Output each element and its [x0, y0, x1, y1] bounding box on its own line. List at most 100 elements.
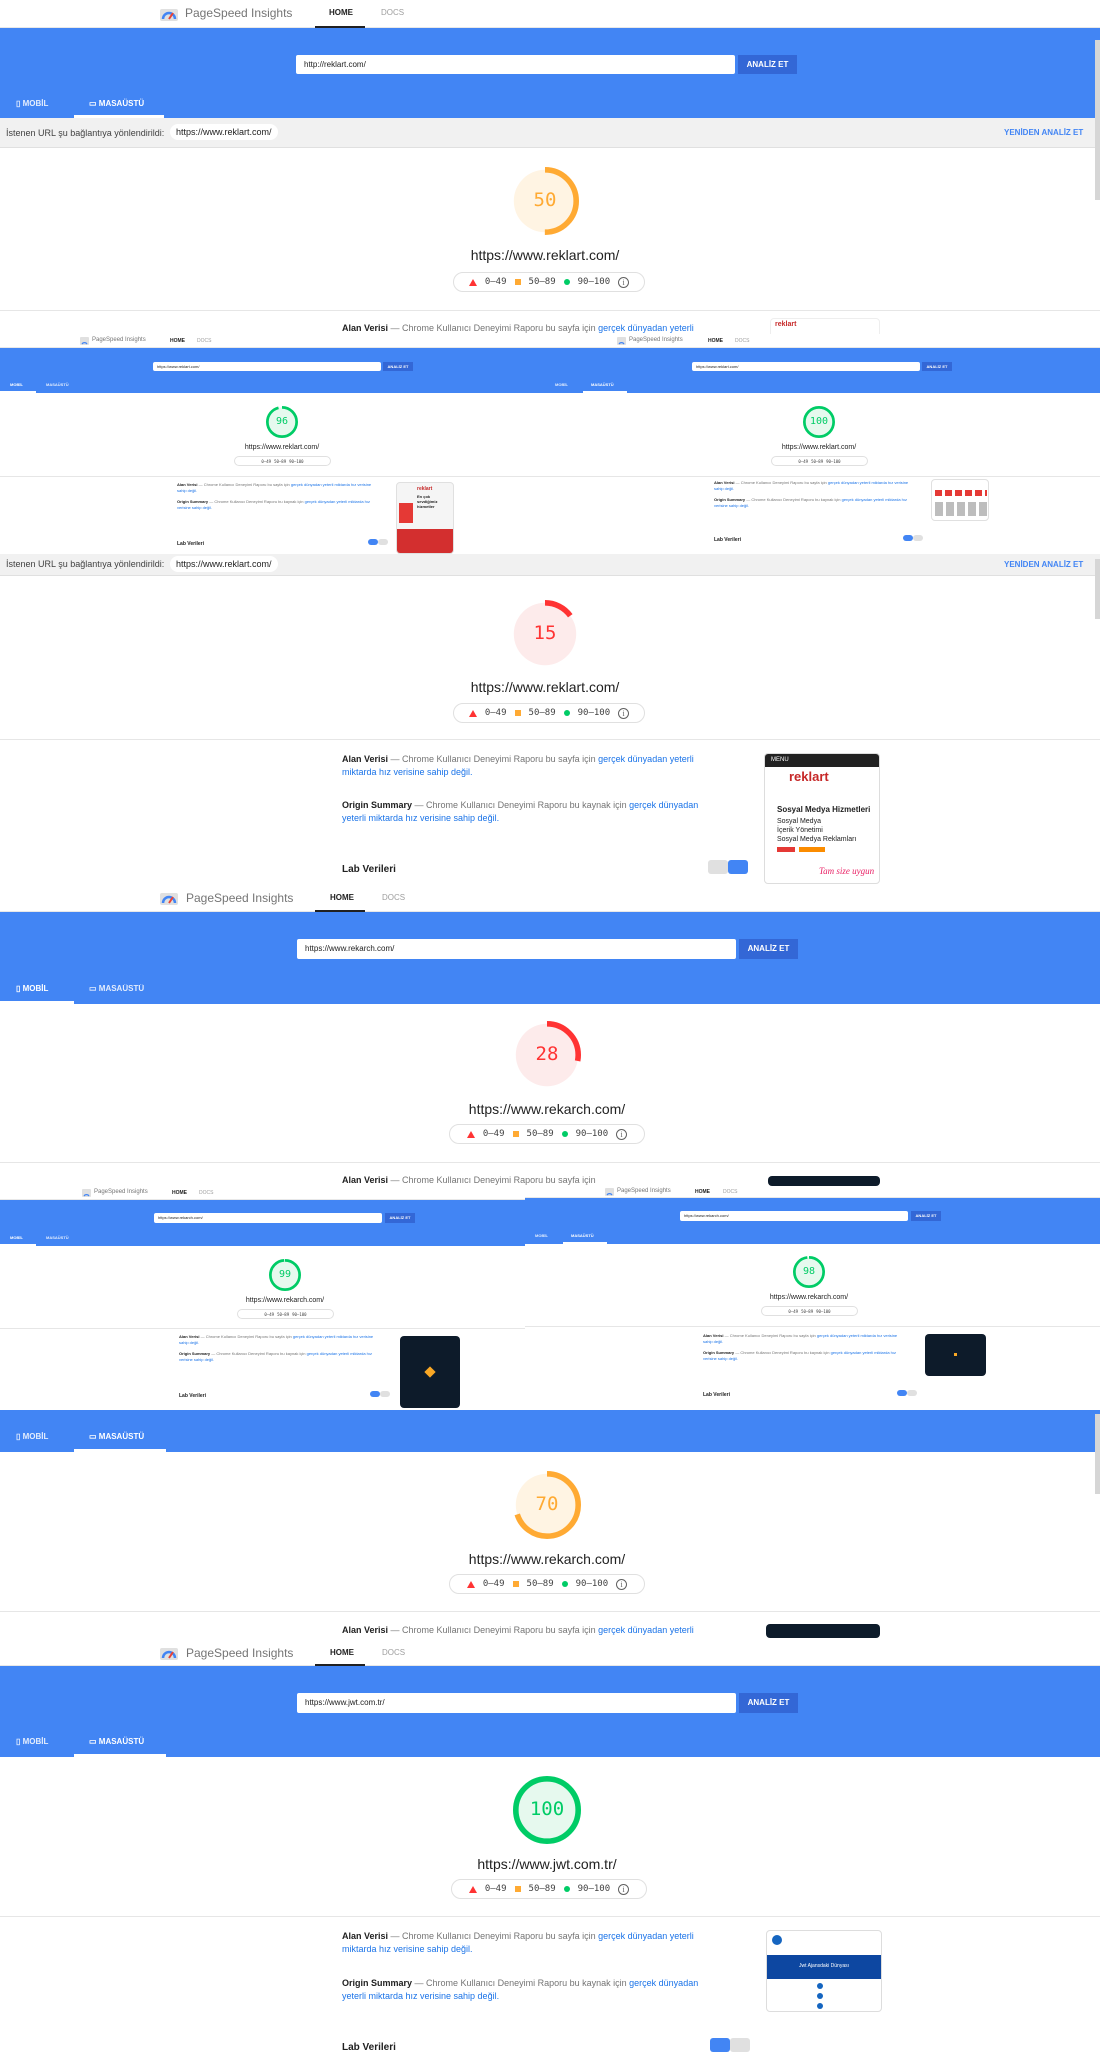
app-title: PageSpeed Insights: [617, 1188, 671, 1194]
laptop-icon: ▭: [89, 984, 99, 993]
app-title: PageSpeed Insights: [186, 891, 294, 905]
view-toggle[interactable]: [708, 860, 748, 874]
report-panel-reklart-desktop: PageSpeed Insights HOME DOCS http://rekl…: [0, 0, 1100, 334]
score-gauge: 98: [792, 1255, 826, 1289]
nav-docs-tab[interactable]: DOCS: [382, 1648, 405, 1657]
score-legend: 0–49 50–89 90–100 i: [453, 703, 645, 723]
view-toggle[interactable]: [897, 1390, 917, 1396]
analyze-button[interactable]: ANALİZ ET: [383, 362, 413, 371]
analyze-button[interactable]: ANALİZ ET: [738, 55, 797, 74]
tab-mobile[interactable]: MOBİL: [10, 382, 23, 387]
view-toggle[interactable]: [370, 1391, 390, 1397]
search-bar: https://www.jwt.com.tr/ ANALİZ ET ▯ MOBİ…: [0, 1666, 1100, 1757]
reanalyze-link[interactable]: YENİDEN ANALİZ ET: [1004, 560, 1083, 569]
device-tab-indicator: [583, 391, 627, 393]
tab-desktop[interactable]: ▭ MASAÜSTÜ: [89, 1432, 144, 1441]
nav-home-tab[interactable]: HOME: [330, 1648, 354, 1657]
url-input[interactable]: https://www.rekarch.com/: [154, 1213, 382, 1223]
view-toggle[interactable]: [903, 535, 923, 541]
analyze-button[interactable]: ANALİZ ET: [922, 362, 952, 371]
scrollbar[interactable]: [1095, 559, 1100, 619]
tab-desktop[interactable]: ▭ MASAÜSTÜ: [89, 99, 144, 108]
pagespeed-logo-icon: [617, 337, 626, 345]
nav-docs-tab[interactable]: DOCS: [723, 1189, 737, 1195]
top-bar: PageSpeed Insights HOME DOCS: [0, 334, 545, 348]
analyze-button[interactable]: ANALİZ ET: [739, 1693, 798, 1713]
search-bar: http://reklart.com/ ANALİZ ET ▯ MOBİL ▭ …: [0, 28, 1100, 118]
url-input[interactable]: https://www.rekarch.com/: [297, 939, 736, 959]
nav-home-tab[interactable]: HOME: [172, 1190, 187, 1196]
device-tab-indicator: [74, 1449, 166, 1452]
info-icon[interactable]: i: [618, 1883, 630, 1895]
scrollbar[interactable]: [1095, 40, 1100, 200]
page-screenshot-thumbnail: MENU reklart Sosyal Medya Hizmetleri Sos…: [764, 753, 880, 884]
analyze-button[interactable]: ANALİZ ET: [385, 1213, 415, 1223]
tab-mobile[interactable]: ▯ MOBİL: [16, 984, 48, 993]
url-input[interactable]: https://www.jwt.com.tr/: [297, 1693, 736, 1713]
section-divider: [0, 310, 1100, 311]
view-toggle[interactable]: [710, 2038, 750, 2052]
nav-home-tab[interactable]: HOME: [329, 8, 353, 17]
reanalyze-link[interactable]: YENİDEN ANALİZ ET: [1004, 128, 1083, 137]
search-bar: https://www.reklart.com/ ANALİZ ET MOBİL…: [0, 348, 545, 393]
tab-mobile[interactable]: MOBİL: [555, 382, 568, 387]
pass-circle-icon: [561, 1131, 568, 1137]
info-icon[interactable]: i: [616, 1578, 628, 1590]
tested-url: https://www.rekarch.com/: [769, 1294, 849, 1301]
url-input[interactable]: http://reklart.com/: [296, 55, 735, 74]
tested-url: https://www.jwt.com.tr/: [477, 1856, 617, 1872]
tab-desktop[interactable]: ▭ MASAÜSTÜ: [89, 1737, 144, 1746]
nav-docs-tab[interactable]: DOCS: [199, 1190, 213, 1196]
list-view-icon: [710, 2038, 730, 2052]
tested-url: https://www.rekarch.com/: [468, 1551, 626, 1567]
nav-home-tab[interactable]: HOME: [695, 1189, 710, 1195]
average-square-icon: [512, 1131, 519, 1137]
pagespeed-logo-icon: [80, 337, 89, 345]
nav-docs-tab[interactable]: DOCS: [381, 8, 404, 17]
info-icon[interactable]: i: [618, 707, 630, 719]
fail-triangle-icon: [466, 1130, 475, 1138]
analyze-button[interactable]: ANALİZ ET: [739, 939, 798, 959]
tab-desktop[interactable]: MASAÜSTÜ: [46, 1235, 69, 1240]
tab-mobile[interactable]: ▯ MOBİL: [16, 1432, 48, 1441]
page-screenshot-thumbnail: [931, 479, 989, 521]
pagespeed-logo-icon: [160, 1645, 178, 1661]
analyze-button[interactable]: ANALİZ ET: [911, 1211, 941, 1221]
tab-mobile[interactable]: MOBİL: [10, 1235, 23, 1240]
tab-desktop[interactable]: MASAÜSTÜ: [571, 1233, 594, 1238]
tab-mobile[interactable]: MOBİL: [535, 1233, 548, 1238]
section-divider: [0, 1162, 1100, 1163]
nav-home-tab[interactable]: HOME: [330, 893, 354, 902]
url-input[interactable]: https://www.rekarch.com/: [680, 1211, 908, 1221]
view-toggle[interactable]: [368, 539, 388, 545]
logo-icon: [424, 1366, 436, 1378]
score-legend: 0–49 50–89 90–100 i: [449, 1574, 645, 1594]
nav-docs-tab[interactable]: DOCS: [197, 338, 211, 344]
nav-home-tab[interactable]: HOME: [708, 338, 723, 344]
url-input[interactable]: https://www.reklart.com/: [153, 362, 381, 371]
page-screenshot-thumbnail: Jwt Ajansdaki Dünyası: [766, 1930, 882, 2012]
search-bar: https://www.rekarch.com/ ANALİZ ET ▯ MOB…: [0, 912, 1100, 1004]
info-icon[interactable]: i: [618, 276, 630, 288]
tab-desktop[interactable]: MASAÜSTÜ: [46, 382, 69, 387]
url-input[interactable]: https://www.reklart.com/: [692, 362, 920, 371]
origin-summary-section: Origin Summary — Chrome Kullanıcı Deneyi…: [342, 800, 699, 824]
score-value: 28: [535, 1043, 559, 1065]
section-divider: [525, 1326, 1100, 1327]
nav-home-tab[interactable]: HOME: [170, 338, 185, 344]
tab-desktop[interactable]: ▭ MASAÜSTÜ: [89, 984, 144, 993]
tested-url: https://www.reklart.com/: [244, 444, 320, 451]
search-bar: ▯ MOBİL ▭ MASAÜSTÜ: [0, 1410, 1100, 1452]
info-icon[interactable]: i: [616, 1128, 628, 1140]
tab-desktop[interactable]: MASAÜSTÜ: [591, 382, 614, 387]
app-title: PageSpeed Insights: [92, 337, 146, 343]
tab-mobile[interactable]: ▯ MOBİL: [16, 1737, 48, 1746]
report-panel-rekarch-desktop: ▯ MOBİL ▭ MASAÜSTÜ 70 https://www.rekarc…: [0, 1410, 1100, 1638]
pagespeed-logo-icon: [605, 1188, 614, 1196]
nav-docs-tab[interactable]: DOCS: [735, 338, 749, 344]
tab-mobile[interactable]: ▯ MOBİL: [16, 99, 48, 108]
top-bar: PageSpeed Insights HOME DOCS: [545, 334, 1100, 348]
score-value: 96: [275, 416, 289, 427]
nav-docs-tab[interactable]: DOCS: [382, 893, 405, 902]
scrollbar[interactable]: [1095, 1414, 1100, 1494]
